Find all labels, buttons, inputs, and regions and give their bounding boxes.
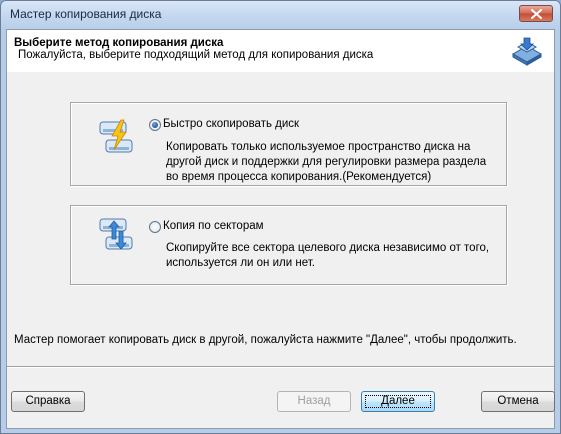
next-button[interactable]: Далее xyxy=(361,391,435,412)
footer-divider-highlight xyxy=(7,367,554,368)
option-sector-copy-label[interactable]: Копия по секторам xyxy=(163,220,264,232)
header-title: Выберите метод копирования диска xyxy=(14,37,224,49)
focus-rectangle xyxy=(365,395,431,408)
wizard-header: Выберите метод копирования диска Пожалуй… xyxy=(7,30,554,72)
description-line: во время процесса копирования.(Рекоменду… xyxy=(166,171,432,183)
help-button[interactable]: Справка xyxy=(11,391,85,412)
option-quick-copy[interactable]: Быстро скопировать диск Копировать тольк… xyxy=(70,102,507,186)
header-subtitle: Пожалуйста, выберите подходящий метод дл… xyxy=(18,49,374,61)
radio-quick-copy[interactable] xyxy=(149,119,161,131)
description-line: другой диск и поддержки для регулировки … xyxy=(166,156,487,168)
radio-sector-copy[interactable] xyxy=(149,221,161,233)
description-line: используется ли он или нет. xyxy=(166,257,315,269)
option-quick-copy-description: Копировать только используемое пространс… xyxy=(166,140,496,185)
quick-copy-disk-icon xyxy=(99,119,133,153)
sector-copy-disk-icon xyxy=(99,218,133,250)
option-sector-copy[interactable]: Копия по секторам Скопируйте все сектора… xyxy=(70,205,507,285)
back-button[interactable]: Назад xyxy=(277,391,351,412)
close-button[interactable] xyxy=(519,5,553,22)
dialog-client-area: Выберите метод копирования диска Пожалуй… xyxy=(6,29,555,429)
header-separator xyxy=(7,71,554,72)
option-sector-copy-description: Скопируйте все сектора целевого диска не… xyxy=(166,241,496,271)
description-line: Копировать только используемое пространс… xyxy=(166,141,471,153)
option-quick-copy-label[interactable]: Быстро скопировать диск xyxy=(163,118,299,130)
title-bar[interactable]: Мастер копирования диска xyxy=(1,1,560,29)
description-line: Скопируйте все сектора целевого диска не… xyxy=(166,242,490,254)
window-title: Мастер копирования диска xyxy=(10,7,162,21)
close-icon xyxy=(531,9,542,19)
wizard-hint-text: Мастер помогает копировать диск в другой… xyxy=(14,334,517,346)
cancel-button[interactable]: Отмена xyxy=(481,391,555,412)
dialog-window: Мастер копирования диска Выберите метод … xyxy=(0,0,561,434)
disk-copy-icon xyxy=(511,37,543,66)
